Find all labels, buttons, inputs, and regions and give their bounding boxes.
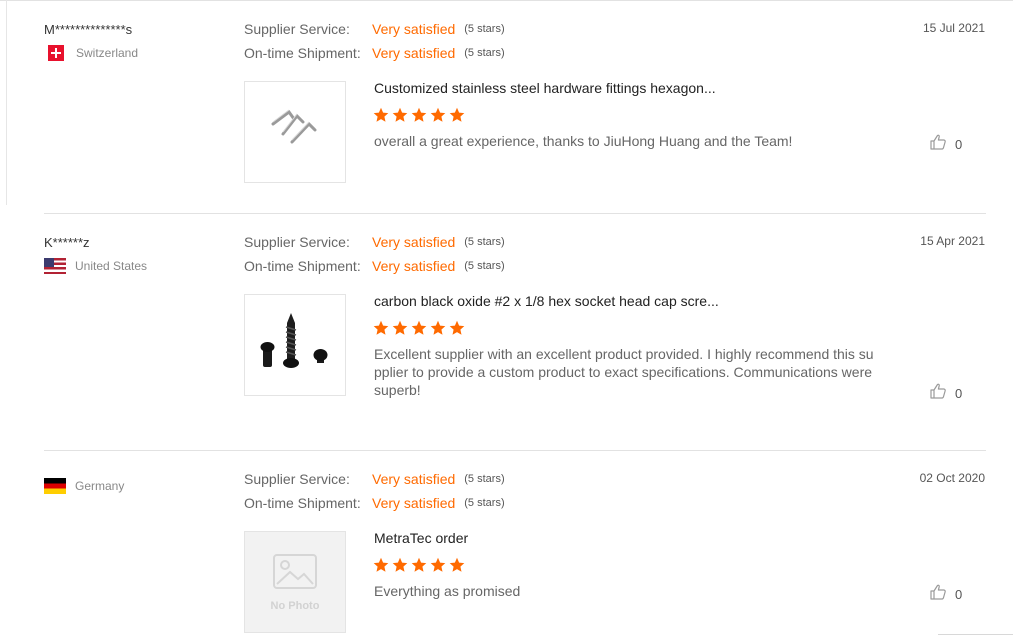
star-icon bbox=[411, 320, 427, 335]
ontime-shipment-value: Very satisfied bbox=[372, 495, 456, 511]
supplier-service-label: Supplier Service: bbox=[244, 21, 350, 37]
star-icon bbox=[373, 320, 389, 335]
thumbs-up-icon bbox=[929, 133, 947, 156]
star-icon bbox=[373, 107, 389, 122]
supplier-service-rating: Supplier Service: Very satisfied (5 star… bbox=[244, 470, 505, 488]
star-icon bbox=[411, 557, 427, 572]
star-icon bbox=[411, 107, 427, 122]
like-count: 0 bbox=[955, 137, 963, 152]
star-icon bbox=[449, 107, 465, 122]
black-screws-photo bbox=[260, 313, 328, 368]
star-icon bbox=[392, 557, 408, 572]
bottom-corner-divider bbox=[938, 634, 1013, 635]
supplier-service-stars: (5 stars) bbox=[464, 23, 505, 35]
review-date: 15 Jul 2021 bbox=[922, 21, 985, 35]
supplier-service-value: Very satisfied bbox=[372, 234, 456, 250]
like-count: 0 bbox=[955, 386, 963, 401]
thumbs-up-icon bbox=[929, 583, 947, 606]
like-button[interactable]: 0 bbox=[929, 133, 962, 156]
buyer-name: M**************s bbox=[44, 22, 133, 37]
ontime-shipment-label: On-time Shipment: bbox=[244, 258, 361, 274]
country-name: Germany bbox=[75, 479, 125, 493]
product-thumbnail[interactable] bbox=[244, 81, 346, 183]
product-thumbnail[interactable] bbox=[244, 294, 346, 396]
star-icon bbox=[430, 320, 446, 335]
review-separator bbox=[44, 450, 986, 451]
no-photo-label: No Photo bbox=[270, 600, 320, 612]
review-date: 02 Oct 2020 bbox=[919, 471, 985, 485]
left-panel-edge bbox=[6, 0, 7, 205]
supplier-service-value: Very satisfied bbox=[372, 21, 456, 37]
supplier-service-value: Very satisfied bbox=[372, 471, 456, 487]
product-title-link[interactable]: Customized stainless steel hardware fitt… bbox=[374, 80, 716, 96]
country-name: United States bbox=[75, 259, 148, 273]
product-star-rating bbox=[373, 320, 468, 336]
supplier-service-stars: (5 stars) bbox=[464, 473, 505, 485]
like-count: 0 bbox=[955, 587, 963, 602]
ontime-shipment-stars: (5 stars) bbox=[464, 497, 505, 509]
product-title-link[interactable]: carbon black oxide #2 x 1/8 hex socket h… bbox=[374, 293, 719, 309]
ontime-shipment-rating: On-time Shipment: Very satisfied (5 star… bbox=[244, 44, 505, 62]
thumbs-up-icon bbox=[929, 382, 947, 405]
supplier-service-stars: (5 stars) bbox=[464, 236, 505, 248]
supplier-service-rating: Supplier Service: Very satisfied (5 star… bbox=[244, 20, 505, 38]
ontime-shipment-rating: On-time Shipment: Very satisfied (5 star… bbox=[244, 257, 505, 275]
supplier-service-label: Supplier Service: bbox=[244, 471, 350, 487]
review-comment: Excellent supplier with an excellent pro… bbox=[374, 346, 874, 398]
product-title-link[interactable]: MetraTec order bbox=[374, 530, 468, 546]
star-icon bbox=[430, 107, 446, 122]
ontime-shipment-value: Very satisfied bbox=[372, 45, 456, 61]
no-photo-placeholder-icon bbox=[273, 554, 317, 589]
review-separator bbox=[44, 213, 986, 214]
l-shaped-hex-keys-photo bbox=[271, 109, 317, 144]
switzerland-flag-icon bbox=[48, 45, 64, 61]
ontime-shipment-rating: On-time Shipment: Very satisfied (5 star… bbox=[244, 494, 505, 512]
supplier-service-label: Supplier Service: bbox=[244, 234, 350, 250]
buyer-country: Germany bbox=[44, 478, 124, 494]
ontime-shipment-stars: (5 stars) bbox=[464, 47, 505, 59]
review-comment: Everything as promised bbox=[374, 583, 521, 599]
star-icon bbox=[449, 320, 465, 335]
supplier-service-rating: Supplier Service: Very satisfied (5 star… bbox=[244, 233, 505, 251]
review-date: 15 Apr 2021 bbox=[920, 234, 985, 248]
buyer-country: United States bbox=[44, 258, 147, 274]
ontime-shipment-label: On-time Shipment: bbox=[244, 45, 361, 61]
germany-flag-icon bbox=[44, 478, 66, 494]
buyer-name: K******z bbox=[44, 235, 90, 250]
star-icon bbox=[392, 107, 408, 122]
like-button[interactable]: 0 bbox=[929, 583, 962, 606]
star-icon bbox=[373, 557, 389, 572]
ontime-shipment-label: On-time Shipment: bbox=[244, 495, 361, 511]
country-name: Switzerland bbox=[76, 46, 139, 60]
star-icon bbox=[392, 320, 408, 335]
united-states-flag-icon bbox=[44, 258, 66, 274]
ontime-shipment-value: Very satisfied bbox=[372, 258, 456, 274]
product-star-rating bbox=[373, 557, 468, 573]
review-comment: overall a great experience, thanks to Ji… bbox=[374, 133, 793, 149]
top-divider bbox=[0, 0, 1013, 1]
buyer-country: Switzerland bbox=[44, 45, 138, 61]
star-icon bbox=[430, 557, 446, 572]
star-icon bbox=[449, 557, 465, 572]
ontime-shipment-stars: (5 stars) bbox=[464, 260, 505, 272]
like-button[interactable]: 0 bbox=[929, 382, 962, 405]
product-star-rating bbox=[373, 107, 468, 123]
product-thumbnail[interactable]: No Photo bbox=[244, 531, 346, 633]
